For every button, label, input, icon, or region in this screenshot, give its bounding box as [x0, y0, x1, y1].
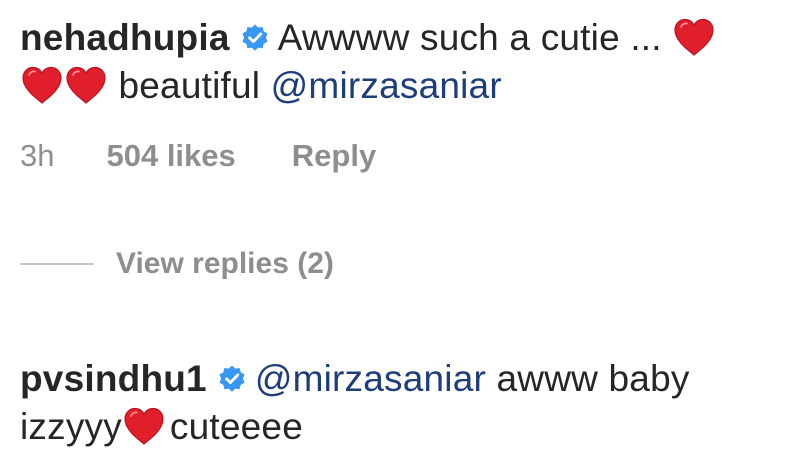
likes-count[interactable]: 504 likes [106, 138, 235, 174]
reply-button[interactable]: Reply [292, 138, 376, 174]
comment-text: awww baby [496, 358, 690, 399]
view-replies-button[interactable]: View replies (2) [20, 246, 334, 281]
verified-badge-icon [240, 23, 270, 53]
mention-link[interactable]: @mirzasaniar [255, 358, 486, 399]
comment-text-continued: beautiful [118, 65, 261, 106]
red-heart-icon [64, 65, 108, 105]
comment-timestamp: 3h [20, 138, 55, 173]
red-heart-icon [122, 406, 166, 446]
red-heart-icon [20, 65, 64, 105]
verified-badge-icon [217, 364, 247, 394]
comment-nehadhupia: nehadhupia Awwww such a cutie ... beauti… [20, 14, 780, 110]
comment-text-end: cuteeee [169, 406, 303, 447]
comment-pvsindhu1: pvsindhu1 @mirzasaniar awww baby izzyyy c… [20, 355, 780, 451]
red-heart-icon [672, 17, 716, 57]
comment-text: Awwww such a cutie ... [277, 17, 662, 58]
comment-username[interactable]: pvsindhu1 [20, 358, 207, 399]
comment-username[interactable]: nehadhupia [20, 17, 230, 58]
view-replies-label: View replies (2) [116, 247, 334, 281]
replies-divider-line [20, 263, 94, 266]
comment-text-continued: izzyyy [20, 406, 122, 447]
mention-link[interactable]: @mirzasaniar [271, 65, 502, 106]
comment-meta: 3h 504 likes Reply [20, 138, 376, 174]
